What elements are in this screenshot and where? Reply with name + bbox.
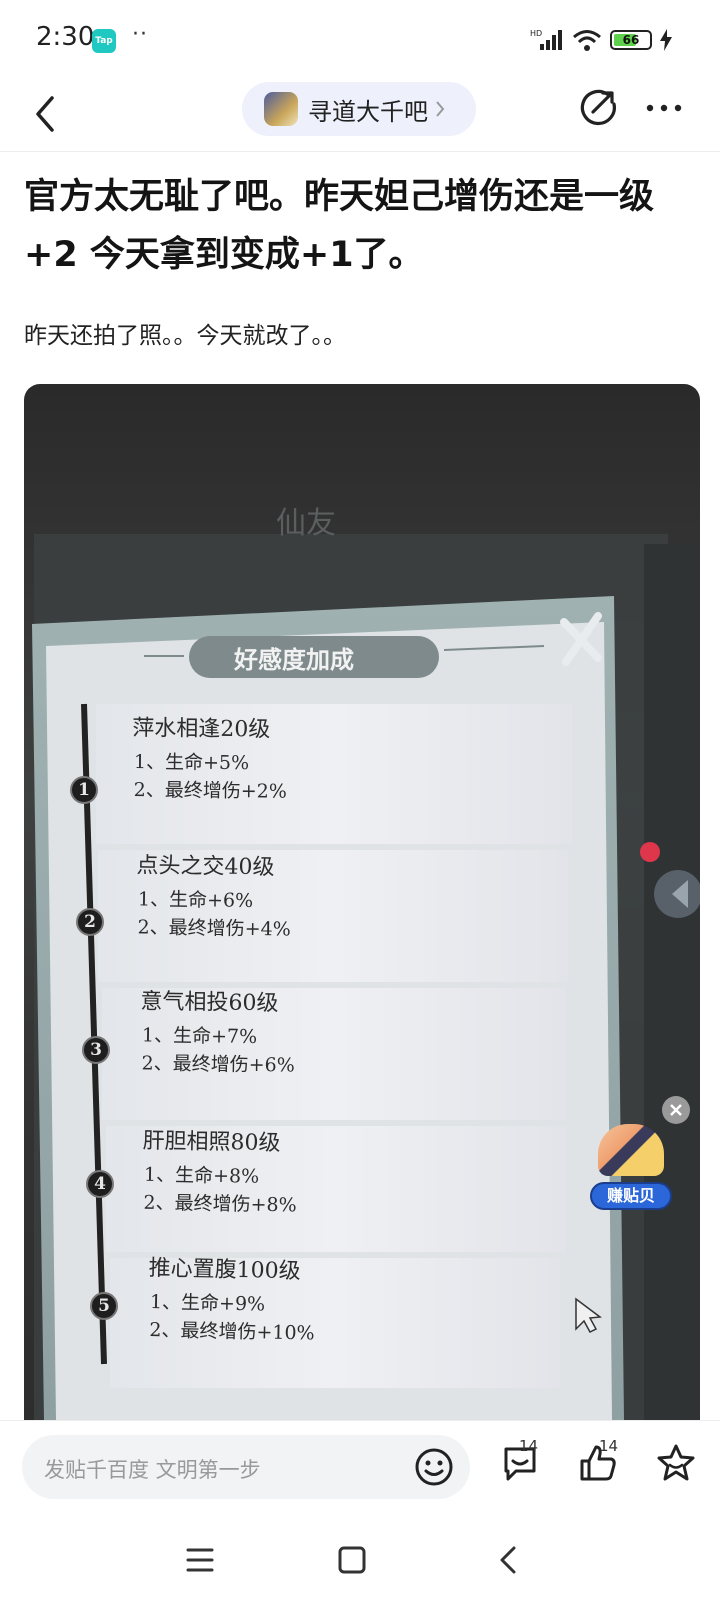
charging-bolt-icon [660,29,672,51]
post-image[interactable]: 仙友 好感度加成 1 萍水相逢20级 1、生命+5% 2、最终增伤+2% 2 点头之交40… [24,384,700,1420]
forum-link-pill[interactable]: 寻道大千吧 [242,82,476,136]
affinity-tier-card: 推心置腹100级 1、生命+9% 2、最终增伤+10% [147,1254,529,1351]
tier-number-badge: 2 [76,908,104,936]
comment-toolbar: 发贴千百度 文明第一步 14 14 [0,1420,720,1520]
square-icon [338,1546,366,1574]
like-count: 14 [599,1437,619,1455]
comment-placeholder: 发贴千百度 文明第一步 [44,1458,261,1482]
back-button[interactable] [24,88,68,140]
battery-level-text: 66 [622,33,640,47]
tier-damage-bonus: 2、最终增伤+6% [141,1052,295,1077]
earn-rewards-label: 赚贴贝 [590,1182,672,1210]
affinity-tier-card: 萍水相逢20级 1、生命+5% 2、最终增伤+2% [132,714,513,807]
top-navigation-bar: 寻道大千吧 [0,80,720,152]
status-bar: 2:30 Tap ·· HD 66 [0,0,720,80]
tier-name: 点头之交40级 [136,853,275,881]
system-navigation-bar [0,1520,720,1600]
menu-icon [186,1548,214,1572]
tier-life-bonus: 1、生命+8% [143,1163,260,1188]
more-horizontal-icon [646,104,682,112]
comment-input[interactable]: 发贴千百度 文明第一步 [22,1435,470,1499]
tier-name: 肝胆相照80级 [142,1128,281,1157]
wifi-icon [573,30,601,51]
chevron-left-icon [500,1546,516,1574]
cellular-signal-icon: HD [530,29,562,50]
tier-number-badge: 5 [90,1292,118,1320]
forum-avatar [264,92,298,126]
svg-text:HD: HD [530,29,542,38]
tier-life-bonus: 1、生命+6% [137,888,254,912]
affinity-tier-card: 意气相投60级 1、生命+7% 2、最终增伤+6% [139,987,520,1081]
earn-rewards-badge[interactable]: 赚贴贝 [590,1124,672,1212]
share-button[interactable] [577,86,621,130]
taptap-app-icon: Tap [92,29,116,53]
chevron-right-icon [436,101,445,117]
cartoon-mascots-icon [598,1124,664,1176]
forum-name: 寻道大千吧 [308,97,428,126]
status-icons: HD 66 [530,28,672,52]
tier-name: 萍水相逢20级 [132,716,271,743]
post-title: 官方太无耻了吧。昨天妲己增伤还是一级+2 今天拿到变成+1了。 [24,177,655,275]
tier-name: 意气相投60级 [140,989,279,1017]
tier-number-badge: 4 [86,1170,114,1198]
affinity-tier-card: 肝胆相照80级 1、生命+8% 2、最终增伤+8% [141,1127,522,1223]
share-icon [580,89,616,126]
chevron-left-icon [36,96,54,132]
tier-number-badge: 3 [82,1036,110,1064]
home-button[interactable] [330,1538,374,1582]
notification-more-indicator: ·· [132,22,148,47]
star-icon [657,1444,695,1481]
photo-faded-caption: 仙友 [276,506,336,541]
close-icon [670,1104,682,1116]
dialog-title: 好感度加成 [234,645,354,674]
tier-damage-bonus: 2、最终增伤+4% [137,916,291,941]
status-time: 2:30 [36,22,95,52]
emoji-icon [415,1448,453,1486]
favorite-button[interactable] [656,1443,706,1493]
tier-number-badge: 1 [70,776,98,804]
post-body: 昨天还拍了照。。今天就改了。。 [24,323,346,349]
tier-damage-bonus: 2、最终增伤+2% [133,779,287,803]
affinity-tier-card: 点头之交40级 1、生命+6% 2、最终增伤+4% [135,851,516,945]
more-options-button[interactable] [642,86,686,130]
recents-button[interactable] [178,1538,222,1582]
close-float-button[interactable] [662,1096,690,1124]
emoji-button[interactable] [414,1447,454,1487]
system-back-button[interactable] [486,1538,530,1582]
tier-life-bonus: 1、生命+5% [133,751,250,775]
tier-life-bonus: 1、生命+7% [141,1024,258,1048]
battery-icon: 66 [610,30,652,50]
reply-count: 14 [519,1437,539,1455]
